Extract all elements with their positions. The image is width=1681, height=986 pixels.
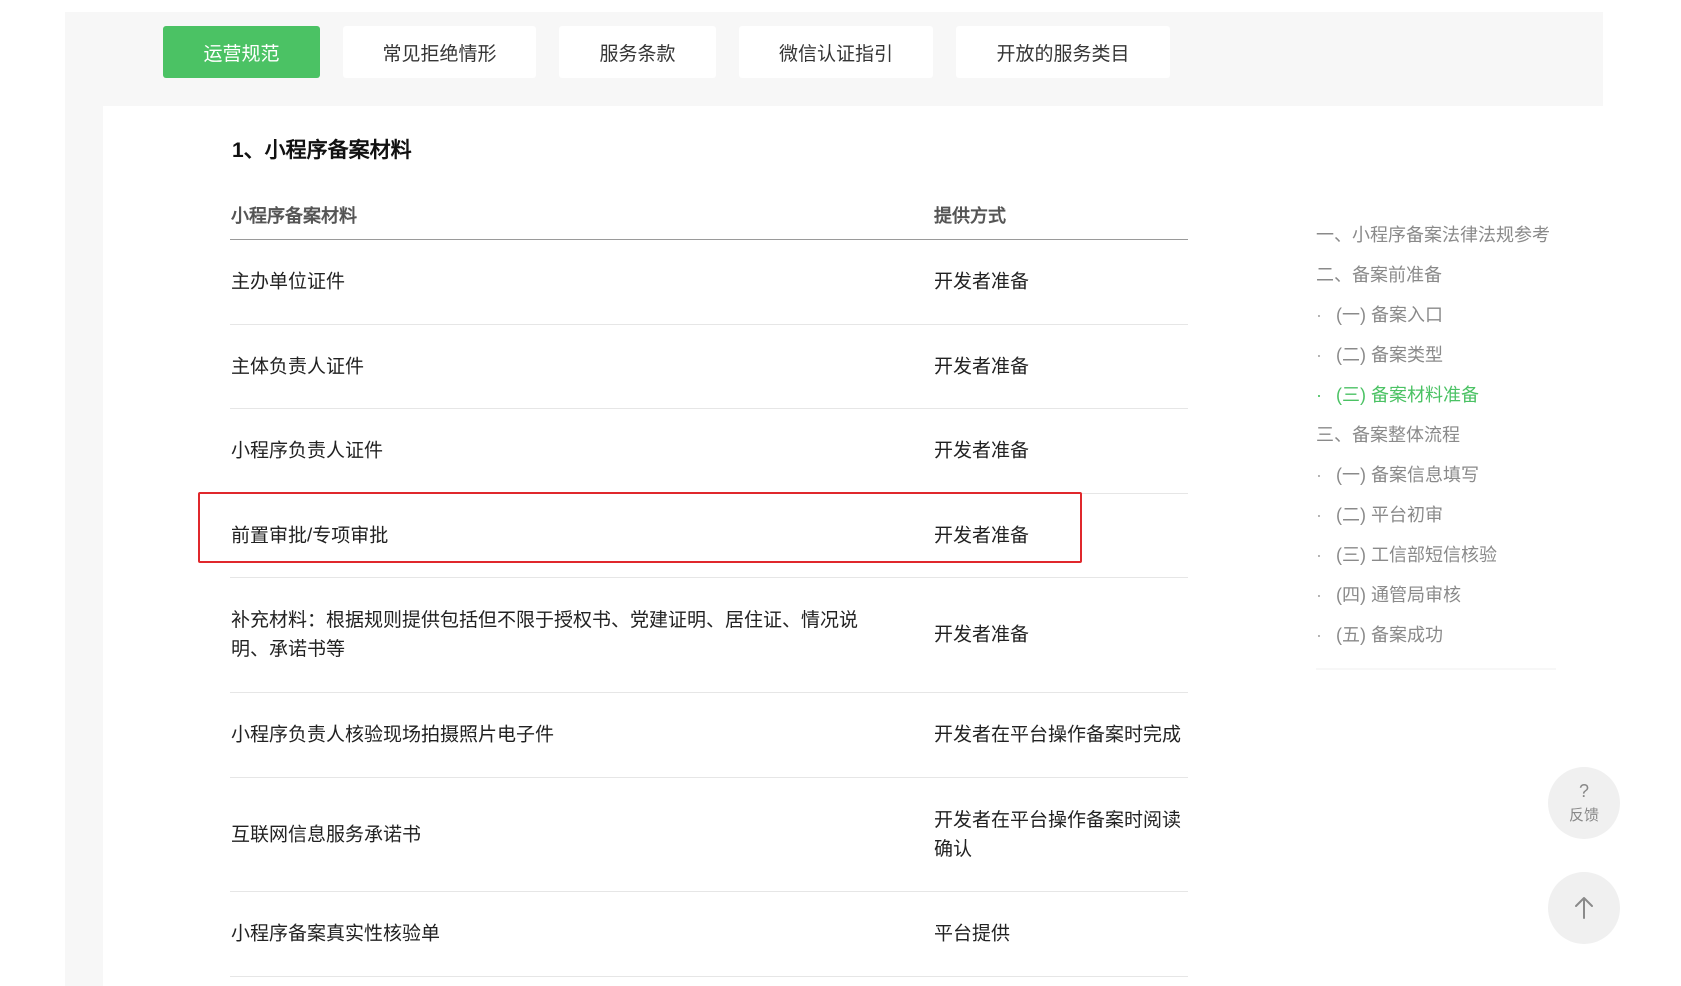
bullet-dot: · (1316, 545, 1322, 565)
bullet-dot: · (1316, 585, 1322, 605)
material-cell: 小程序备案真实性核验单 (231, 923, 441, 945)
table-row: 小程序负责人证件 开发者准备 (230, 409, 1188, 494)
table-row: 前置审批/专项审批 开发者准备 (230, 494, 1188, 578)
bullet-dot: · (1316, 465, 1322, 485)
bullet-dot: · (1316, 625, 1322, 645)
method-cell: 开发者准备 (934, 525, 1030, 546)
toc-item-success[interactable]: · (五) 备案成功 (1316, 619, 1568, 659)
tab-service-categories[interactable]: 开放的服务类目 (956, 26, 1170, 78)
question-icon: ? (1578, 780, 1589, 801)
arrow-up-icon (1573, 896, 1595, 920)
table-row: 小程序备案真实性核验单 平台提供 (230, 892, 1188, 977)
toc-item-laws[interactable]: 一、小程序备案法律法规参考 (1316, 219, 1568, 259)
bullet-dot: · (1316, 305, 1322, 325)
section-title: 1、小程序备案材料 (232, 139, 412, 162)
materials-table: 小程序备案材料 提供方式 主办单位证件 开发者准备 主体负责人证件 开发者准备 … (230, 190, 1188, 977)
material-cell: 前置审批/专项审批 (231, 525, 389, 546)
method-cell: 开发者准备 (934, 440, 1030, 462)
toc-item-bureau-review[interactable]: · (四) 通管局审核 (1316, 579, 1568, 619)
material-cell: 补充材料：根据规则提供包括但不限于授权书、党建证明、居住证、情况说明、承诺书等 (231, 610, 859, 660)
bullet-dot: · (1316, 385, 1322, 405)
tab-wechat-verification[interactable]: 微信认证指引 (739, 26, 933, 78)
back-to-top-button[interactable] (1548, 872, 1620, 944)
toc-label: (二) 平台初审 (1336, 505, 1443, 525)
toc-label: (二) 备案类型 (1336, 345, 1443, 365)
table-header: 小程序备案材料 提供方式 (230, 190, 1188, 240)
material-cell: 小程序负责人核验现场拍摄照片电子件 (231, 724, 555, 746)
toc-label: 二、备案前准备 (1316, 265, 1442, 285)
toc-label: 一、小程序备案法律法规参考 (1316, 225, 1550, 245)
feedback-button[interactable]: ? 反馈 (1548, 767, 1620, 839)
toc-item-types[interactable]: · (二) 备案类型 (1316, 339, 1568, 379)
header-method: 提供方式 (934, 205, 1006, 226)
table-row: 主体负责人证件 开发者准备 (230, 325, 1188, 409)
method-cell: 开发者在平台操作备案时阅读确认 (934, 809, 1182, 860)
tab-common-rejections[interactable]: 常见拒绝情形 (343, 26, 536, 78)
toc-item-materials[interactable]: · (三) 备案材料准备 (1316, 379, 1568, 419)
method-cell: 开发者准备 (934, 356, 1030, 377)
toc-item-preparation[interactable]: 二、备案前准备 (1316, 259, 1568, 299)
material-cell: 小程序负责人证件 (231, 440, 384, 462)
material-cell: 互联网信息服务承诺书 (231, 824, 422, 845)
table-row: 小程序负责人核验现场拍摄照片电子件 开发者在平台操作备案时完成 (230, 693, 1188, 778)
toc-label: (三) 备案材料准备 (1336, 385, 1479, 405)
method-cell: 开发者准备 (934, 624, 1030, 646)
bullet-dot: · (1316, 505, 1322, 525)
material-cell: 主办单位证件 (231, 271, 346, 293)
toc-divider (1316, 668, 1556, 670)
toc-item-process[interactable]: 三、备案整体流程 (1316, 419, 1568, 459)
toc-item-info-fill[interactable]: · (一) 备案信息填写 (1316, 459, 1568, 499)
material-cell: 主体负责人证件 (231, 356, 365, 377)
toc-label: (四) 通管局审核 (1336, 585, 1461, 605)
toc-label: (五) 备案成功 (1336, 625, 1443, 645)
toc-label: (三) 工信部短信核验 (1336, 545, 1497, 565)
table-row: 互联网信息服务承诺书 开发者在平台操作备案时阅读确认 (230, 778, 1188, 892)
toc-item-platform-review[interactable]: · (二) 平台初审 (1316, 499, 1568, 539)
toc-item-sms-verify[interactable]: · (三) 工信部短信核验 (1316, 539, 1568, 579)
method-cell: 开发者在平台操作备案时完成 (934, 724, 1182, 746)
bullet-dot: · (1316, 345, 1322, 365)
method-cell: 开发者准备 (934, 271, 1030, 293)
header-material: 小程序备案材料 (231, 205, 357, 226)
table-row: 主办单位证件 开发者准备 (230, 240, 1188, 325)
table-of-contents: 一、小程序备案法律法规参考 二、备案前准备 · (一) 备案入口 · (二) 备案类… (1316, 219, 1568, 659)
method-cell: 平台提供 (934, 923, 1011, 945)
toc-label: 三、备案整体流程 (1316, 425, 1460, 445)
toc-item-entry[interactable]: · (一) 备案入口 (1316, 299, 1568, 339)
toc-label: (一) 备案信息填写 (1336, 465, 1479, 485)
toc-label: (一) 备案入口 (1336, 305, 1443, 325)
tab-service-terms[interactable]: 服务条款 (559, 26, 716, 78)
table-row: 补充材料：根据规则提供包括但不限于授权书、党建证明、居住证、情况说明、承诺书等 … (230, 578, 1188, 693)
tab-operation-rules[interactable]: 运营规范 (163, 26, 320, 78)
feedback-label: 反馈 (1568, 806, 1599, 824)
